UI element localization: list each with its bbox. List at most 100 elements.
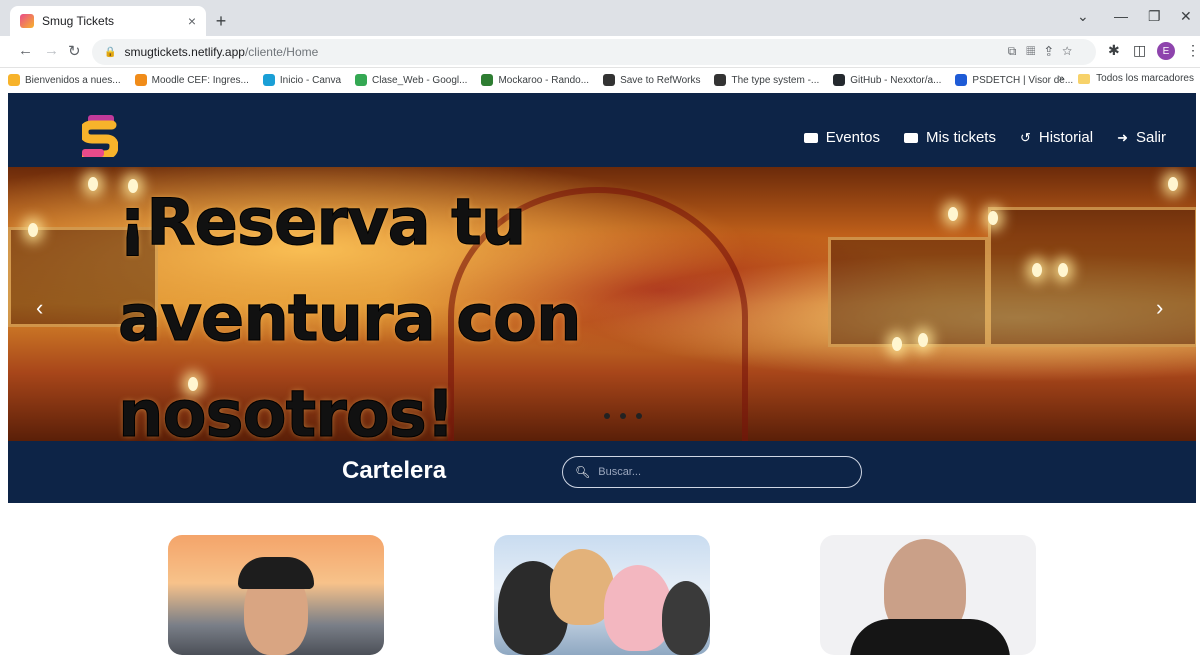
nav-item-label: Eventos: [825, 129, 880, 146]
cartelera-title: Cartelera: [342, 457, 447, 484]
bookmark-item[interactable]: Inicio - Canva: [262, 74, 342, 86]
bookmark-item[interactable]: Clase_Web - Googl...: [355, 74, 467, 86]
carousel-dot[interactable]: [620, 413, 626, 419]
bookmark-item[interactable]: PSDETCH | Visor de...: [955, 74, 1073, 86]
tab-title: Smug Tickets: [42, 14, 115, 28]
nav-item-label: Mis tickets: [925, 129, 996, 146]
lamp: [1032, 263, 1042, 277]
lamp: [892, 337, 902, 351]
smug-logo-icon[interactable]: [82, 115, 118, 157]
url-host: smugtickets.netlify.app: [124, 45, 245, 59]
bookmark-item[interactable]: GitHub - Nexxtor/a...: [833, 74, 941, 86]
browser-tab[interactable]: Smug Tickets ×: [10, 6, 206, 36]
lamp: [918, 333, 928, 347]
lock-icon: 🔒: [104, 46, 117, 58]
bookmark-label: Moodle CEF: Ingres...: [151, 74, 249, 86]
bookmarks-overflow-button[interactable]: »: [1059, 73, 1065, 84]
bookmark-label: Clase_Web - Googl...: [372, 74, 468, 86]
favicon-icon: [20, 14, 34, 28]
cartelera-bar: Cartelera 🔍︎: [8, 441, 1196, 503]
address-bar[interactable]: 🔒 smugtickets.netlify.app /cliente/Home …: [92, 39, 1096, 65]
bookmark-label: GitHub - Nexxtor/a...: [850, 74, 942, 86]
event-card[interactable]: [494, 535, 710, 655]
lamp: [88, 177, 98, 191]
menu-icon[interactable]: ⋮: [1186, 42, 1200, 59]
side-panel-icon[interactable]: ◫: [1133, 42, 1146, 59]
bookmark-icon: [481, 74, 494, 86]
forward-icon[interactable]: →: [44, 42, 59, 59]
nav-item-mis-tickets[interactable]: Mis tickets: [903, 129, 996, 146]
hero-carousel: ¡Reserva tu aventura con nosotros! ‹ ›: [8, 167, 1196, 441]
carousel-indicators: [604, 413, 642, 419]
bookmark-label: The type system -...: [731, 74, 820, 86]
bookmark-icon: [603, 74, 616, 86]
bookmark-label: Inicio - Canva: [279, 74, 342, 86]
event-card[interactable]: [820, 535, 1036, 655]
nav-item-label: Historial: [1038, 129, 1094, 146]
restore-icon[interactable]: ❐: [1148, 8, 1161, 25]
new-tab-button[interactable]: +: [210, 10, 232, 32]
nav-item-eventos[interactable]: Eventos: [803, 129, 880, 146]
url-path: /cliente/Home: [244, 45, 319, 59]
lamp: [988, 211, 998, 225]
browser-tab-bar: Smug Tickets × + ⌄ — ❐ ✕: [0, 0, 1200, 36]
bookmarks-bar: Bienvenidos a nues... Moodle CEF: Ingres.…: [0, 68, 1200, 92]
event-cards: [0, 503, 1200, 655]
tab-close-icon[interactable]: ×: [188, 13, 196, 29]
profile-avatar[interactable]: E: [1157, 42, 1175, 60]
nav-item-salir[interactable]: ➜ Salir: [1117, 129, 1166, 146]
nav-item-label: Salir: [1135, 129, 1166, 146]
ticket-icon: [803, 132, 818, 143]
logout-icon: ➜: [1117, 129, 1128, 145]
bookmarks-right: » Todos los marcadores: [1059, 73, 1194, 84]
folder-icon: [1078, 73, 1091, 84]
carousel-dot[interactable]: [636, 413, 642, 419]
minimize-icon[interactable]: —: [1114, 8, 1128, 24]
event-card[interactable]: [168, 535, 384, 655]
bookmark-item[interactable]: Save to RefWorks: [603, 74, 700, 86]
carousel-prev-button[interactable]: ‹: [36, 295, 43, 321]
bookmark-icon: [134, 74, 147, 86]
bookmark-item[interactable]: The type system -...: [714, 74, 819, 86]
bookmark-icon: [262, 74, 275, 86]
extensions-icon[interactable]: ✱: [1108, 42, 1120, 59]
search-box[interactable]: 🔍︎: [562, 456, 862, 488]
search-icon: 🔍︎: [575, 465, 591, 479]
bookmark-item[interactable]: Moodle CEF: Ingres...: [134, 74, 249, 86]
back-icon[interactable]: ←: [18, 42, 33, 59]
all-bookmarks-link[interactable]: Todos los marcadores: [1096, 73, 1194, 84]
carousel-next-button[interactable]: ›: [1156, 295, 1163, 321]
artist-figure: [662, 581, 710, 655]
artist-body: [850, 619, 1010, 655]
browser-toolbar: ← → ↻ 🔒 smugtickets.netlify.app /cliente…: [0, 36, 1200, 68]
bookmark-item[interactable]: Bienvenidos a nues...: [8, 74, 121, 86]
bookmark-item[interactable]: Mockaroo - Rando...: [481, 74, 589, 86]
lamp: [1168, 177, 1178, 191]
theater-box: [988, 207, 1196, 347]
bookmark-icon: [8, 74, 20, 86]
nav-item-historial[interactable]: ↺ Historial: [1020, 129, 1093, 146]
history-icon: ↺: [1019, 129, 1031, 145]
web-page: Eventos Mis tickets ↺ Historial ➜ Salir ¡Rese…: [0, 93, 1200, 655]
lamp: [948, 207, 958, 221]
bookmark-label: Save to RefWorks: [620, 74, 701, 86]
bookmark-icon: [955, 74, 968, 86]
bookmark-icon: [833, 74, 846, 86]
lamp: [28, 223, 38, 237]
bookmark-icon: [355, 74, 368, 86]
address-bar-actions-icon[interactable]: ⧉▦⇪☆: [1008, 44, 1082, 59]
bookmark-icon: [714, 74, 727, 86]
bookmark-label: Mockaroo - Rando...: [498, 74, 590, 86]
lamp: [1058, 263, 1068, 277]
artist-hair: [238, 557, 314, 589]
hero-headline: ¡Reserva tu aventura con nosotros!: [118, 186, 583, 442]
bookmark-label: Bienvenidos a nues...: [25, 74, 121, 86]
carousel-dot[interactable]: [604, 413, 610, 419]
tab-search-icon[interactable]: ⌄: [1077, 8, 1089, 25]
nav-menu: Eventos Mis tickets ↺ Historial ➜ Salir: [803, 129, 1166, 146]
search-input[interactable]: [598, 466, 839, 478]
theater-box: [828, 237, 988, 347]
close-window-icon[interactable]: ✕: [1180, 8, 1192, 25]
site-navbar: Eventos Mis tickets ↺ Historial ➜ Salir: [8, 93, 1196, 167]
reload-icon[interactable]: ↻: [68, 42, 81, 60]
